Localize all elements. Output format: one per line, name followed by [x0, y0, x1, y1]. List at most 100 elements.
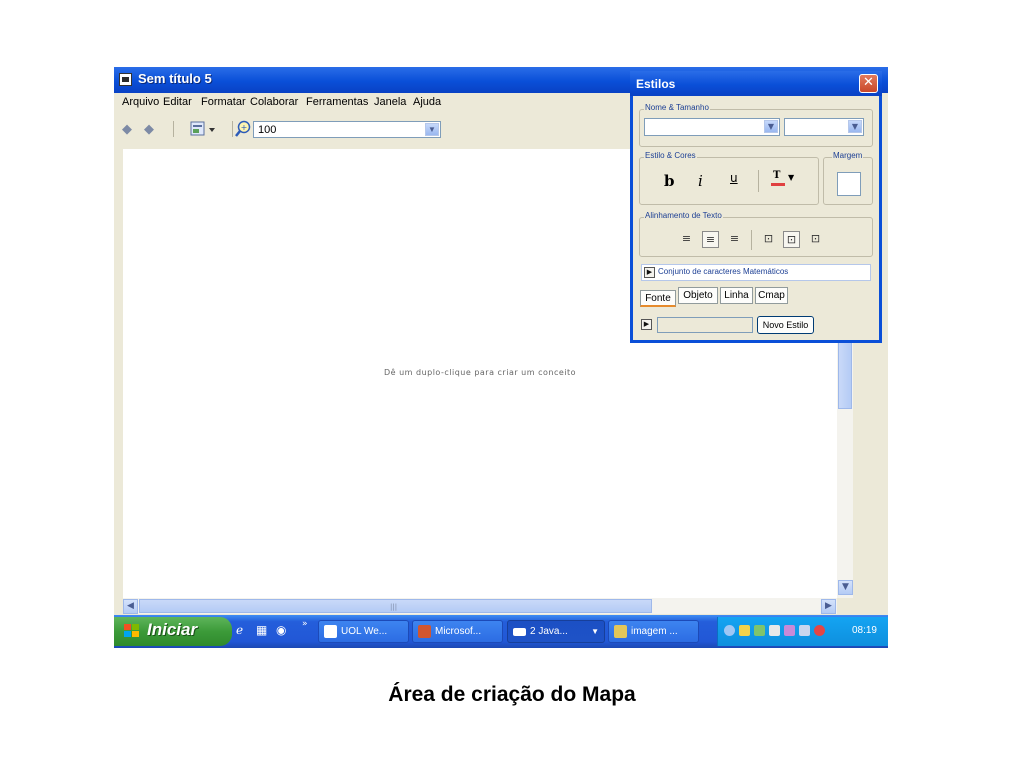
task-label: imagem ...	[631, 626, 678, 637]
style-colors-group: Estilo & Cores b i u T ▼	[639, 151, 819, 205]
math-charset-label: Conjunto de caracteres Matemáticos	[658, 267, 789, 276]
more-quicklaunch-icon[interactable]: »	[302, 619, 308, 629]
tray-expand-icon[interactable]	[724, 625, 735, 636]
zoom-combo[interactable]: 100 ▼	[253, 121, 441, 138]
expand-arrow-icon[interactable]: ▶	[641, 319, 652, 330]
tray-app-icon[interactable]	[784, 625, 795, 636]
font-color-glyph: T	[773, 170, 781, 181]
font-name-combo[interactable]: ▼	[644, 118, 780, 136]
chevron-down-icon: ▼	[788, 173, 795, 182]
font-color-swatch	[771, 183, 785, 186]
forward-arrow-icon[interactable]: ◆	[144, 122, 154, 137]
menu-ajuda[interactable]: Ajuda	[413, 96, 441, 108]
tray-network-icon[interactable]	[739, 625, 750, 636]
system-tray: 08:19	[717, 617, 888, 646]
desktop-icon[interactable]: ▦	[256, 623, 267, 637]
chevron-down-icon[interactable]: ▼	[425, 123, 439, 136]
task-microsoft[interactable]: Microsof...	[412, 620, 503, 643]
tray-monitor-icon[interactable]	[769, 625, 780, 636]
window-icon	[513, 628, 526, 636]
italic-button[interactable]: i	[698, 172, 703, 190]
text-alignment-label: Alinhamento de Texto	[644, 211, 723, 220]
zoom-value: 100	[258, 124, 277, 136]
menu-janela[interactable]: Janela	[374, 96, 406, 108]
menu-formatar[interactable]: Formatar	[201, 96, 246, 108]
powerpoint-icon	[418, 625, 431, 638]
menu-editar[interactable]: Editar	[163, 96, 192, 108]
close-icon[interactable]: ✕	[859, 74, 878, 93]
task-imagem[interactable]: imagem ...	[608, 620, 699, 643]
task-label: 2 Java...	[530, 626, 568, 637]
tray-app-icon[interactable]	[754, 625, 765, 636]
scroll-down-icon[interactable]: ▼	[838, 580, 853, 595]
tray-app-icon[interactable]	[799, 625, 810, 636]
media-icon[interactable]: ◉	[276, 623, 286, 637]
underline-button[interactable]: u	[730, 171, 738, 185]
canvas-hint: Dê um duplo-clique para criar um conceit…	[383, 368, 577, 377]
scroll-right-icon[interactable]: ▶	[821, 599, 836, 614]
bold-button[interactable]: b	[664, 172, 675, 190]
style-colors-label: Estilo & Cores	[644, 151, 697, 160]
toolbar-separator	[232, 121, 233, 137]
zoom-magnifier-icon[interactable]: +	[234, 120, 252, 138]
task-label: Microsof...	[435, 626, 482, 637]
horizontal-scrollbar[interactable]: ◀ ||| ▶	[123, 598, 837, 614]
menu-arquivo[interactable]: Arquivo	[122, 96, 159, 108]
math-charset-expander[interactable]: ▶ Conjunto de caracteres Matemáticos	[641, 264, 871, 281]
tab-objeto[interactable]: Objeto	[678, 287, 718, 304]
styles-panel: Estilos ✕ Nome & Tamanho ▼ ▼ Estilo & Co…	[630, 71, 882, 343]
divider	[751, 230, 752, 250]
start-button[interactable]: Iniciar	[114, 617, 232, 646]
new-style-button[interactable]: Novo Estilo	[757, 316, 814, 334]
windows-flag-icon	[124, 624, 139, 637]
align-center-icon[interactable]: ≡	[702, 231, 719, 248]
font-size-combo[interactable]: ▼	[784, 118, 864, 136]
align-right-icon[interactable]: ≡	[726, 231, 743, 248]
screenshot: Sem título 5 Arquivo Editar Formatar Col…	[114, 67, 888, 648]
menu-colaborar[interactable]: Colaborar	[250, 96, 298, 108]
chevron-down-icon[interactable]: ▼	[848, 120, 862, 133]
window-title: Sem título 5	[138, 71, 212, 86]
view-menu-icon[interactable]	[190, 121, 218, 137]
tab-cmap[interactable]: Cmap	[755, 287, 788, 304]
menu-ferramentas[interactable]: Ferramentas	[306, 96, 368, 108]
expand-arrow-icon[interactable]: ▶	[644, 267, 655, 278]
vertical-scroll-thumb[interactable]	[838, 339, 852, 409]
browser-icon	[324, 625, 337, 638]
horizontal-scroll-thumb[interactable]: |||	[139, 599, 652, 613]
align-left-icon[interactable]: ≡	[678, 231, 695, 248]
tray-security-icon[interactable]	[814, 625, 825, 636]
paint-icon	[614, 625, 627, 638]
back-arrow-icon[interactable]: ◆	[122, 122, 132, 137]
styles-panel-titlebar[interactable]: Estilos ✕	[630, 71, 882, 96]
divider	[758, 170, 759, 192]
name-size-label: Nome & Tamanho	[644, 103, 710, 112]
valign-bottom-icon[interactable]: ⊡	[807, 231, 824, 248]
scroll-grip-icon: |||	[390, 603, 398, 611]
svg-text:+: +	[241, 123, 248, 132]
chevron-down-icon[interactable]: ▼	[764, 120, 778, 133]
menu-bar: Arquivo Editar Formatar Colaborar Ferram…	[114, 93, 634, 112]
chevron-down-icon: ▼	[591, 627, 599, 636]
valign-middle-icon[interactable]: ⊡	[783, 231, 800, 248]
taskbar: Iniciar ℯ ▦ ◉ » UOL We... Microsof... 2 …	[114, 615, 888, 648]
margin-label: Margem	[832, 151, 864, 160]
styles-panel-title: Estilos	[636, 77, 676, 91]
font-color-button[interactable]: T ▼	[771, 170, 799, 192]
tab-linha[interactable]: Linha	[720, 287, 753, 304]
task-uol[interactable]: UOL We...	[318, 620, 409, 643]
name-size-group: Nome & Tamanho ▼ ▼	[639, 103, 873, 147]
margin-group: Margem	[823, 151, 873, 205]
valign-top-icon[interactable]: ⊡	[760, 231, 777, 248]
text-alignment-group: Alinhamento de Texto ≡ ≡ ≡ ⊡ ⊡ ⊡	[639, 211, 873, 257]
scroll-left-icon[interactable]: ◀	[123, 599, 138, 614]
margin-input[interactable]	[837, 172, 861, 196]
ie-icon[interactable]: ℯ	[236, 623, 243, 637]
style-name-field[interactable]	[657, 317, 753, 333]
task-label: UOL We...	[341, 626, 388, 637]
tab-fonte[interactable]: Fonte	[640, 290, 676, 307]
toolbar-separator	[173, 121, 174, 137]
clock: 08:19	[851, 625, 877, 636]
task-java[interactable]: 2 Java... ▼	[507, 620, 605, 643]
slide-caption: Área de criação do Mapa	[388, 683, 636, 706]
